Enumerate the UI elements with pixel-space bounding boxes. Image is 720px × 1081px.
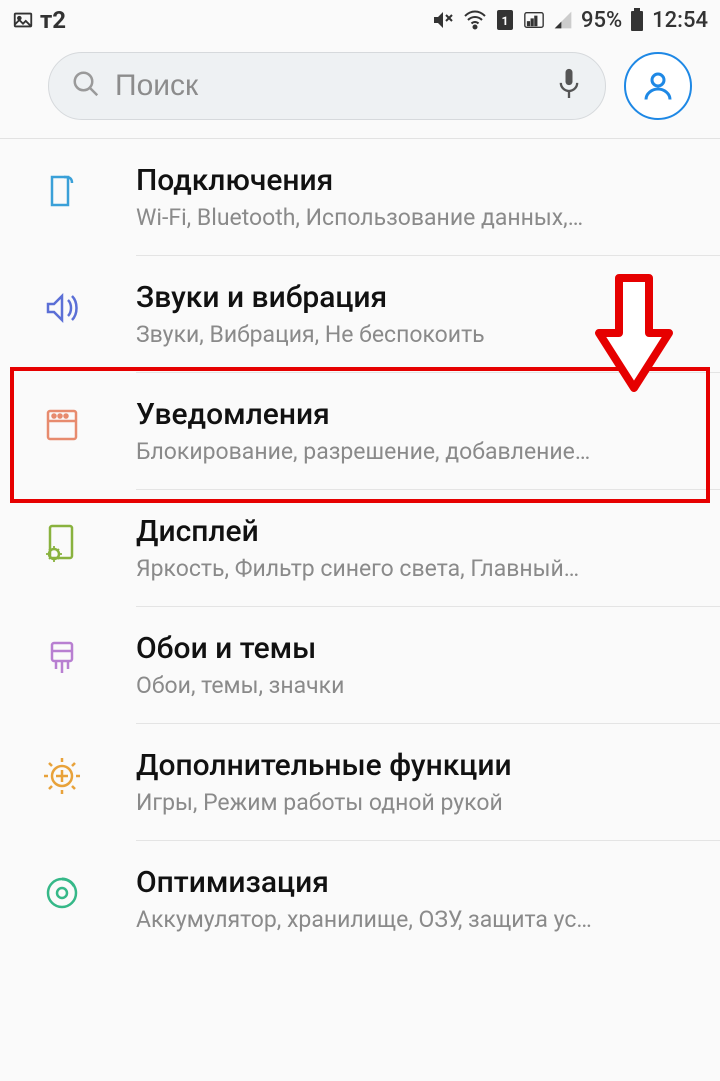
- row-wallpaper[interactable]: Обои и темы Обои, темы, значки: [0, 607, 720, 723]
- row-optimization[interactable]: Оптимизация Аккумулятор, хранилище, ОЗУ,…: [0, 841, 720, 957]
- row-display[interactable]: Дисплей Яркость, Фильтр синего света, Гл…: [0, 490, 720, 606]
- connections-icon: [40, 169, 84, 213]
- row-title: Оптимизация: [136, 865, 696, 900]
- row-subtitle: Звуки, Вибрация, Не беспокоить: [136, 321, 696, 348]
- row-title: Уведомления: [136, 397, 696, 432]
- advanced-icon: [40, 754, 84, 798]
- status-bar: т2 1 95% 12:54: [0, 0, 720, 40]
- wifi-icon: [463, 8, 487, 32]
- row-subtitle: Игры, Режим работы одной рукой: [136, 789, 696, 816]
- profile-button[interactable]: [624, 52, 692, 120]
- row-subtitle: Блокирование, разрешение, добавление…: [136, 438, 696, 465]
- row-title: Обои и темы: [136, 631, 696, 666]
- row-subtitle: Яркость, Фильтр синего света, Главный…: [136, 555, 696, 582]
- search-box[interactable]: [48, 52, 606, 120]
- mic-icon[interactable]: [555, 66, 583, 106]
- display-icon: [40, 520, 84, 564]
- row-connections[interactable]: Подключения Wi-Fi, Bluetooth, Использова…: [0, 139, 720, 255]
- row-subtitle: Аккумулятор, хранилище, ОЗУ, защита ус…: [136, 906, 696, 933]
- search-input[interactable]: [115, 69, 541, 103]
- row-title: Подключения: [136, 163, 696, 198]
- search-row: [0, 40, 720, 138]
- row-sounds[interactable]: Звуки и вибрация Звуки, Вибрация, Не бес…: [0, 256, 720, 372]
- settings-list: Подключения Wi-Fi, Bluetooth, Использова…: [0, 139, 720, 957]
- sound-icon: [40, 286, 84, 330]
- optimization-icon: [40, 871, 84, 915]
- notifications-icon: [40, 403, 84, 447]
- row-notifications[interactable]: Уведомления Блокирование, разрешение, до…: [0, 373, 720, 489]
- picture-icon: [12, 9, 34, 31]
- mute-vibrate-icon: [431, 8, 455, 32]
- row-title: Звуки и вибрация: [136, 280, 696, 315]
- sim1-icon: 1: [495, 8, 515, 32]
- row-subtitle: Wi-Fi, Bluetooth, Использование данных,…: [136, 204, 696, 231]
- wallpaper-icon: [40, 637, 84, 681]
- row-subtitle: Обои, темы, значки: [136, 672, 696, 699]
- battery-icon: [630, 8, 644, 32]
- svg-text:1: 1: [502, 14, 509, 28]
- row-advanced[interactable]: Дополнительные функции Игры, Режим работ…: [0, 724, 720, 840]
- row-title: Дополнительные функции: [136, 748, 696, 783]
- signal-icon-1: [523, 9, 545, 31]
- search-icon: [71, 69, 101, 103]
- signal-icon-2: [553, 10, 573, 30]
- row-title: Дисплей: [136, 514, 696, 549]
- clock: 12:54: [652, 8, 708, 33]
- battery-percent: 95%: [581, 8, 622, 33]
- carrier-label: т2: [40, 6, 66, 34]
